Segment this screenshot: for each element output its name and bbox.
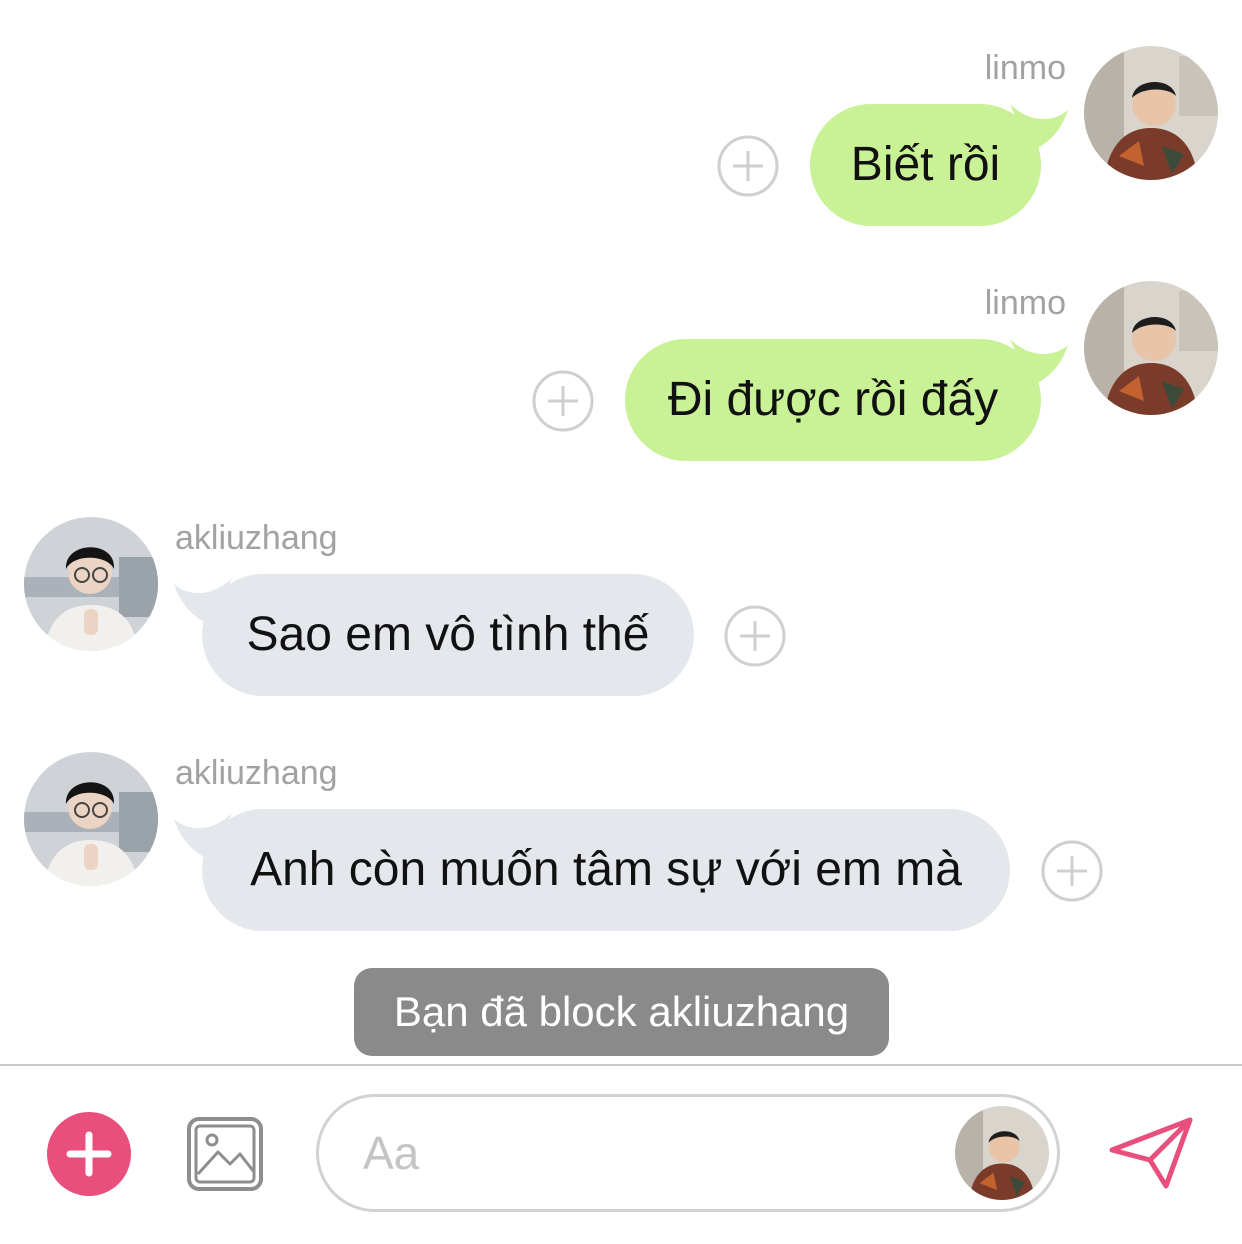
message-bubble[interactable]: Sao em vô tình thế — [202, 574, 694, 696]
sender-name: akliuzhang — [175, 519, 338, 557]
avatar-akliuzhang[interactable] — [24, 517, 158, 651]
add-reaction-icon[interactable] — [724, 605, 786, 667]
sender-name: akliuzhang — [175, 754, 338, 792]
message-bubble[interactable]: Đi được rồi đấy — [625, 339, 1041, 461]
message-input-container[interactable] — [316, 1094, 1060, 1212]
avatar-linmo[interactable] — [1084, 46, 1218, 180]
avatar-akliuzhang[interactable] — [24, 752, 158, 886]
plus-circle-icon — [47, 1112, 131, 1196]
composer-avatar[interactable] — [955, 1106, 1049, 1200]
paper-plane-icon — [1109, 1117, 1193, 1189]
sender-name: linmo — [984, 284, 1066, 322]
block-notice: Bạn đã block akliuzhang — [354, 968, 889, 1056]
send-button[interactable] — [1108, 1116, 1194, 1190]
message-bubble[interactable]: Biết rồi — [810, 104, 1041, 226]
composer-divider — [0, 1064, 1242, 1066]
image-icon — [187, 1117, 263, 1191]
message-input[interactable] — [363, 1097, 923, 1209]
add-reaction-icon[interactable] — [1041, 840, 1103, 902]
add-button[interactable] — [46, 1111, 132, 1197]
gallery-button[interactable] — [186, 1116, 264, 1192]
add-reaction-icon[interactable] — [717, 135, 779, 197]
message-bubble[interactable]: Anh còn muốn tâm sự với em mà — [202, 809, 1010, 931]
add-reaction-icon[interactable] — [532, 370, 594, 432]
avatar-linmo[interactable] — [1084, 281, 1218, 415]
sender-name: linmo — [984, 49, 1066, 87]
